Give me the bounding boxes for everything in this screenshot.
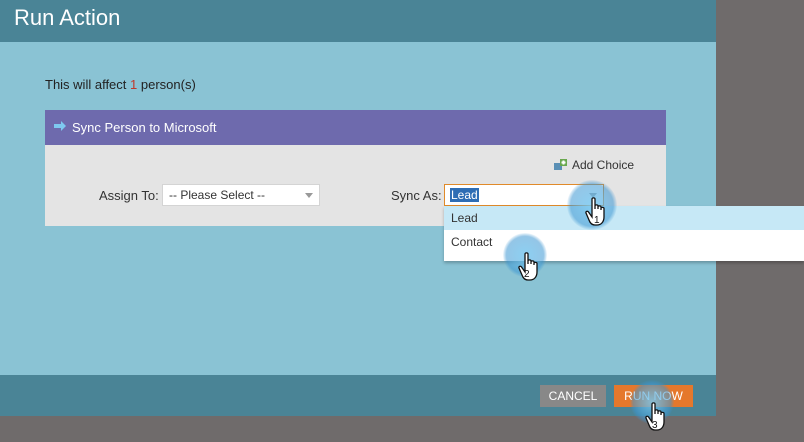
sync-as-value: Lead	[450, 188, 479, 202]
assign-to-value: -- Please Select --	[169, 188, 266, 202]
callout-number: 1	[594, 215, 600, 226]
dialog-title: Run Action	[14, 5, 121, 30]
callout-number: 2	[524, 269, 530, 280]
assign-to-select[interactable]: -- Please Select --	[162, 184, 320, 206]
chevron-down-icon	[305, 193, 313, 198]
cancel-button[interactable]: CANCEL	[540, 385, 606, 407]
flow-step-header: Sync Person to Microsoft	[45, 110, 666, 145]
hand-pointer-icon	[518, 252, 538, 281]
dropdown-option-lead[interactable]: Lead	[444, 206, 804, 230]
callout-number: 3	[652, 420, 658, 431]
add-choice-icon	[554, 158, 567, 170]
dropdown-option-label: Lead	[451, 211, 478, 225]
assign-to-label: Assign To:	[99, 188, 159, 203]
arrow-right-icon	[54, 121, 66, 131]
dropdown-option-label: Contact	[451, 235, 493, 249]
affect-suffix: person(s)	[137, 77, 196, 92]
dialog-footer	[0, 375, 716, 416]
dropdown-option-contact[interactable]: Contact	[444, 230, 804, 254]
affect-prefix: This will affect	[45, 77, 131, 92]
flow-step-label: Sync Person to Microsoft	[72, 120, 217, 135]
dialog-title-bar: Run Action	[0, 0, 716, 42]
add-choice-label: Add Choice	[572, 158, 635, 172]
affect-message: This will affect 1 person(s)	[45, 77, 196, 92]
hand-pointer-icon	[645, 402, 665, 431]
sync-as-dropdown: Lead Contact	[444, 206, 804, 261]
sync-as-label: Sync As:	[391, 188, 442, 203]
add-choice-link[interactable]: Add Choice	[554, 158, 634, 172]
